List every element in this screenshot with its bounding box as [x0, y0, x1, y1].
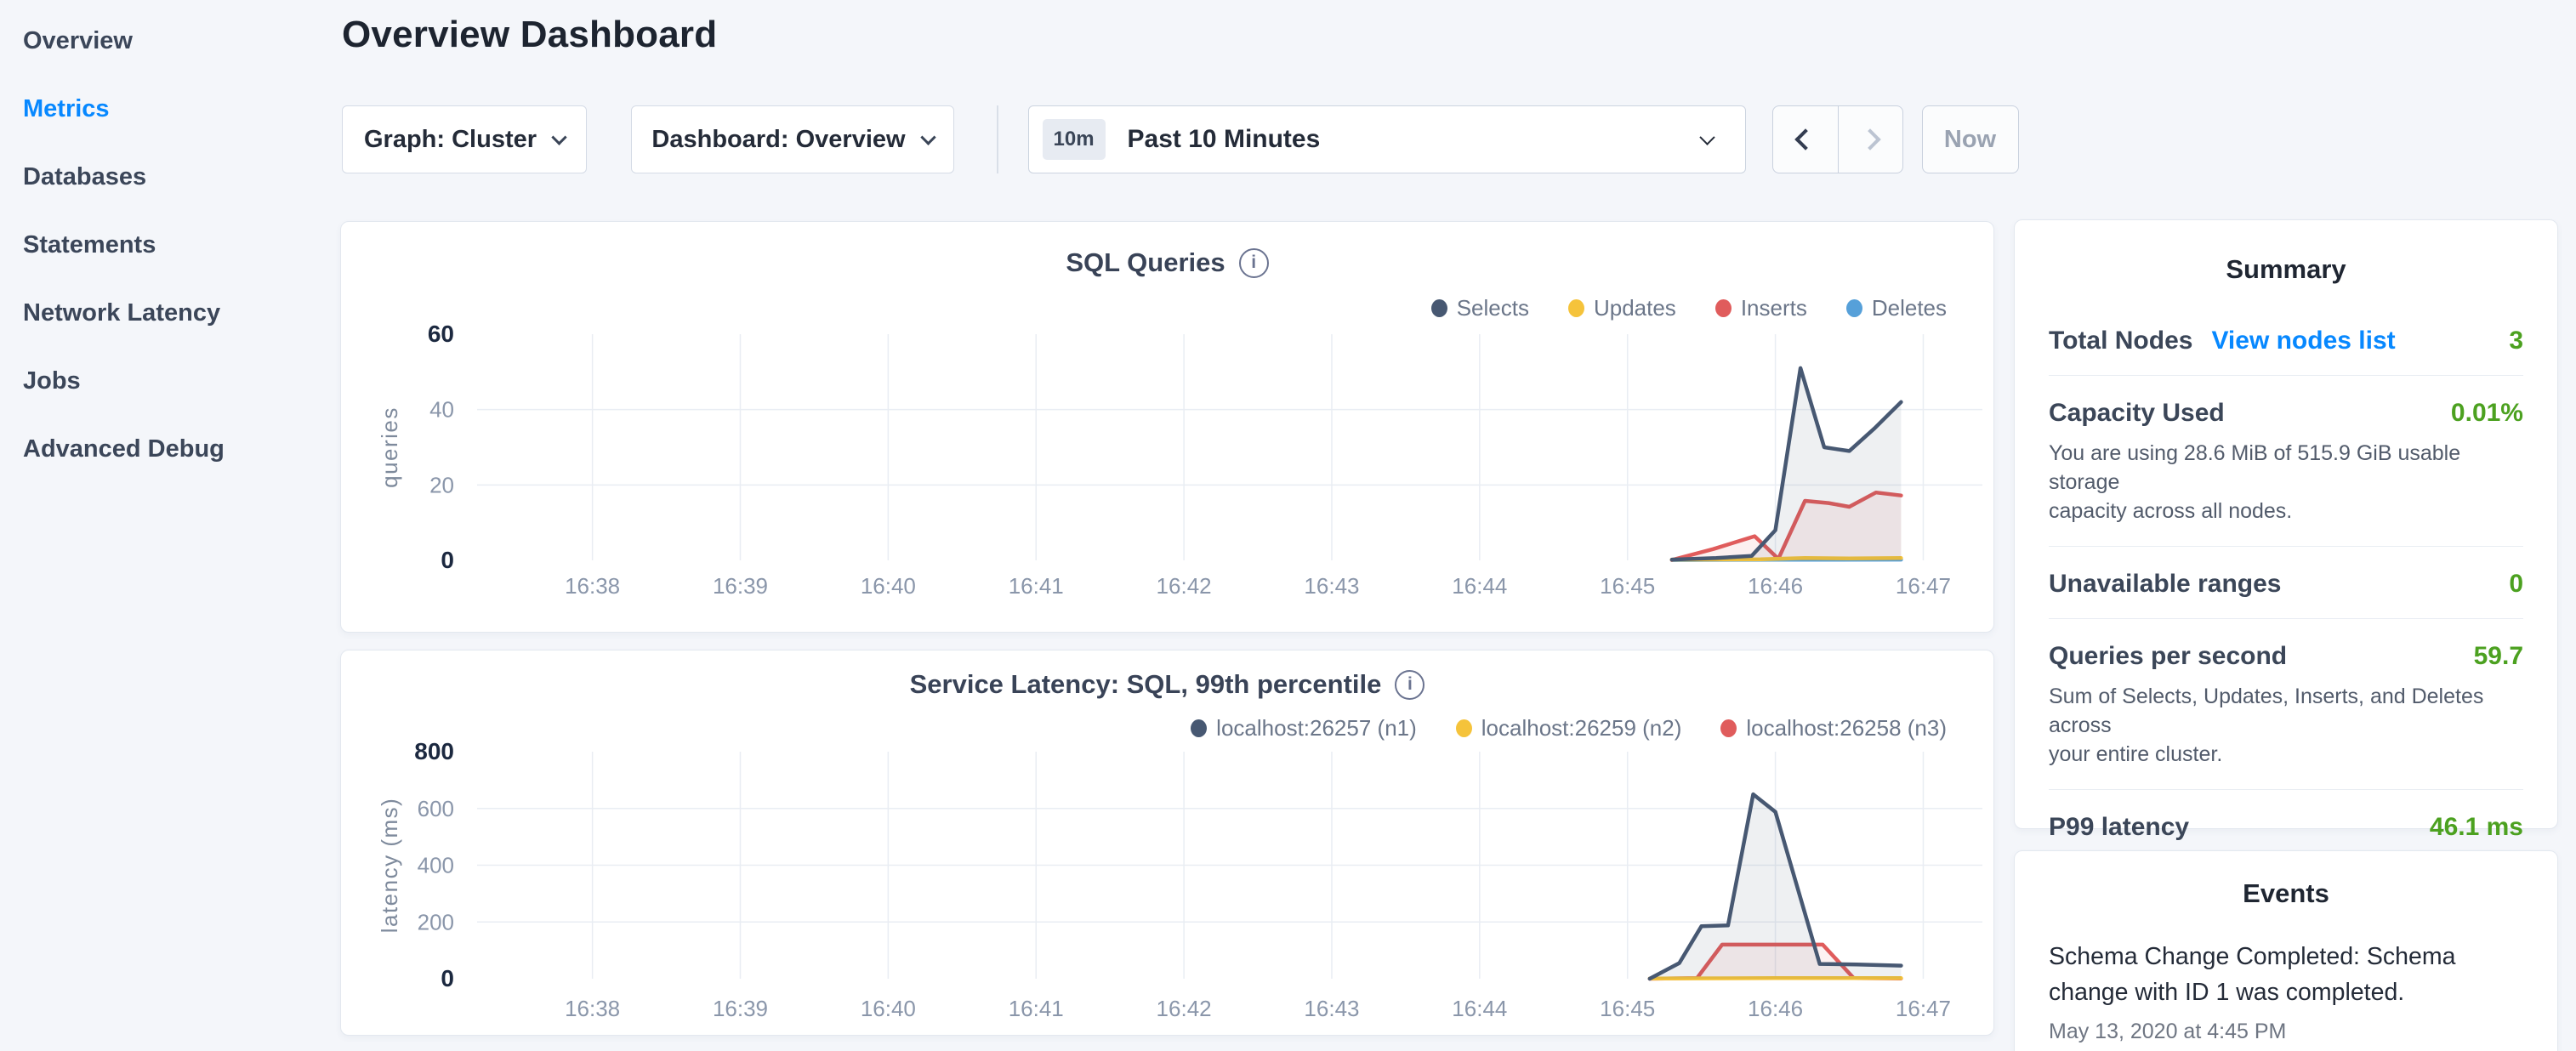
summary-value: 0	[2509, 570, 2523, 599]
graph-scope-dropdown[interactable]: Graph: Cluster	[342, 105, 587, 173]
summary-value: 46.1 ms	[2430, 813, 2523, 842]
summary-title: Summary	[2049, 220, 2523, 285]
summary-note: Sum of Selects, Updates, Inserts, and De…	[2049, 682, 2523, 769]
sidebar-item-network-latency[interactable]: Network Latency	[0, 279, 340, 347]
service-latency-plot[interactable]: 16:38 16:39 16:40 16:41 16:42 16:43 16:44 16:45…	[341, 650, 1995, 1037]
svg-text:20: 20	[429, 472, 454, 497]
svg-text:0: 0	[441, 965, 454, 991]
svg-text:16:47: 16:47	[1896, 573, 1951, 599]
svg-text:16:43: 16:43	[1304, 573, 1359, 599]
svg-text:16:40: 16:40	[861, 996, 916, 1021]
controls-row: Graph: Cluster Dashboard: Overview 10m P…	[342, 105, 2019, 173]
svg-text:16:46: 16:46	[1748, 996, 1803, 1021]
svg-text:16:39: 16:39	[713, 573, 768, 599]
svg-text:0: 0	[441, 547, 454, 573]
view-nodes-list-link[interactable]: View nodes list	[2211, 327, 2395, 355]
service-latency-chart-card: Service Latency: SQL, 99th percentile i …	[340, 650, 1994, 1036]
svg-text:600: 600	[418, 796, 454, 821]
chevron-down-icon	[920, 129, 935, 145]
svg-text:16:40: 16:40	[861, 573, 916, 599]
svg-text:16:42: 16:42	[1157, 573, 1212, 599]
now-button[interactable]: Now	[1922, 105, 2019, 173]
sidebar-item-metrics[interactable]: Metrics	[0, 75, 340, 143]
summary-panel: Summary Total Nodes View nodes list 3 Ca…	[2014, 219, 2558, 829]
graph-scope-label: Graph: Cluster	[364, 126, 537, 154]
svg-text:16:41: 16:41	[1009, 573, 1064, 599]
sidebar-item-databases[interactable]: Databases	[0, 143, 340, 211]
dashboard-label: Dashboard: Overview	[651, 126, 905, 154]
events-panel: Events Schema Change Completed: Schema c…	[2014, 850, 2558, 1051]
svg-text:16:45: 16:45	[1600, 573, 1655, 599]
svg-text:16:44: 16:44	[1452, 996, 1507, 1021]
time-next-button[interactable]	[1838, 106, 1902, 173]
sidebar: Overview Metrics Databases Statements Ne…	[0, 0, 340, 1051]
event-timestamp: May 13, 2020 at 4:45 PM	[2049, 1020, 2523, 1044]
summary-value: 3	[2509, 327, 2523, 355]
event-text: Schema Change Completed: Schema change w…	[2049, 940, 2523, 1011]
svg-text:16:43: 16:43	[1304, 996, 1359, 1021]
svg-text:200: 200	[418, 909, 454, 935]
svg-text:400: 400	[418, 853, 454, 878]
sql-queries-plot[interactable]: 16:38 16:39 16:40 16:41 16:42 16:43 16:44 16:45…	[341, 222, 1995, 633]
summary-row-total-nodes: Total Nodes View nodes list 3	[2049, 304, 2523, 375]
summary-value: 0.01%	[2451, 399, 2523, 428]
summary-value: 59.7	[2474, 642, 2523, 671]
summary-row-queries-per-second: Queries per second 59.7	[2049, 619, 2523, 690]
time-prev-button[interactable]	[1773, 106, 1838, 173]
events-title: Events	[2049, 851, 2523, 909]
summary-row-unavailable-ranges: Unavailable ranges 0	[2049, 547, 2523, 618]
event-item[interactable]: Schema Change Completed: Schema change w…	[2049, 940, 2523, 1044]
svg-text:16:38: 16:38	[565, 996, 620, 1021]
svg-text:800: 800	[414, 738, 454, 764]
summary-label: Queries per second	[2049, 642, 2287, 671]
sidebar-item-jobs[interactable]: Jobs	[0, 347, 340, 415]
app-root: Overview Metrics Databases Statements Ne…	[0, 0, 2576, 1051]
chevron-down-icon	[1699, 129, 1714, 145]
chevron-down-icon	[551, 129, 566, 145]
chevron-right-icon	[1859, 128, 1880, 150]
page-title: Overview Dashboard	[342, 14, 717, 56]
divider	[997, 105, 998, 173]
chevron-left-icon	[1794, 128, 1816, 150]
main-content: Overview Dashboard Graph: Cluster Dashbo…	[340, 0, 1994, 1051]
time-range-badge: 10m	[1043, 119, 1106, 160]
time-step-buttons	[1772, 105, 1903, 173]
sidebar-item-overview[interactable]: Overview	[0, 7, 340, 75]
sidebar-item-statements[interactable]: Statements	[0, 211, 340, 279]
svg-text:16:44: 16:44	[1452, 573, 1507, 599]
dashboard-dropdown[interactable]: Dashboard: Overview	[631, 105, 954, 173]
svg-text:16:39: 16:39	[713, 996, 768, 1021]
svg-text:60: 60	[428, 321, 454, 347]
svg-text:16:42: 16:42	[1157, 996, 1212, 1021]
summary-label: Capacity Used	[2049, 399, 2225, 428]
summary-note: You are using 28.6 MiB of 515.9 GiB usab…	[2049, 439, 2523, 526]
svg-text:queries: queries	[377, 406, 402, 488]
sql-queries-chart-card: SQL Queries i SelectsUpdatesInsertsDelet…	[340, 221, 1994, 633]
svg-text:latency (ms): latency (ms)	[377, 798, 402, 934]
sidebar-item-advanced-debug[interactable]: Advanced Debug	[0, 415, 340, 483]
svg-text:16:46: 16:46	[1748, 573, 1803, 599]
svg-text:16:47: 16:47	[1896, 996, 1951, 1021]
summary-label: Total Nodes	[2049, 327, 2192, 355]
svg-text:16:38: 16:38	[565, 573, 620, 599]
summary-label: P99 latency	[2049, 813, 2189, 842]
svg-text:16:41: 16:41	[1009, 996, 1064, 1021]
time-range-dropdown[interactable]: 10m Past 10 Minutes	[1028, 105, 1746, 173]
summary-row-capacity-used: Capacity Used 0.01%	[2049, 376, 2523, 447]
svg-text:16:45: 16:45	[1600, 996, 1655, 1021]
summary-label: Unavailable ranges	[2049, 570, 2281, 599]
svg-text:40: 40	[429, 397, 454, 423]
time-range-label: Past 10 Minutes	[1128, 125, 1321, 154]
